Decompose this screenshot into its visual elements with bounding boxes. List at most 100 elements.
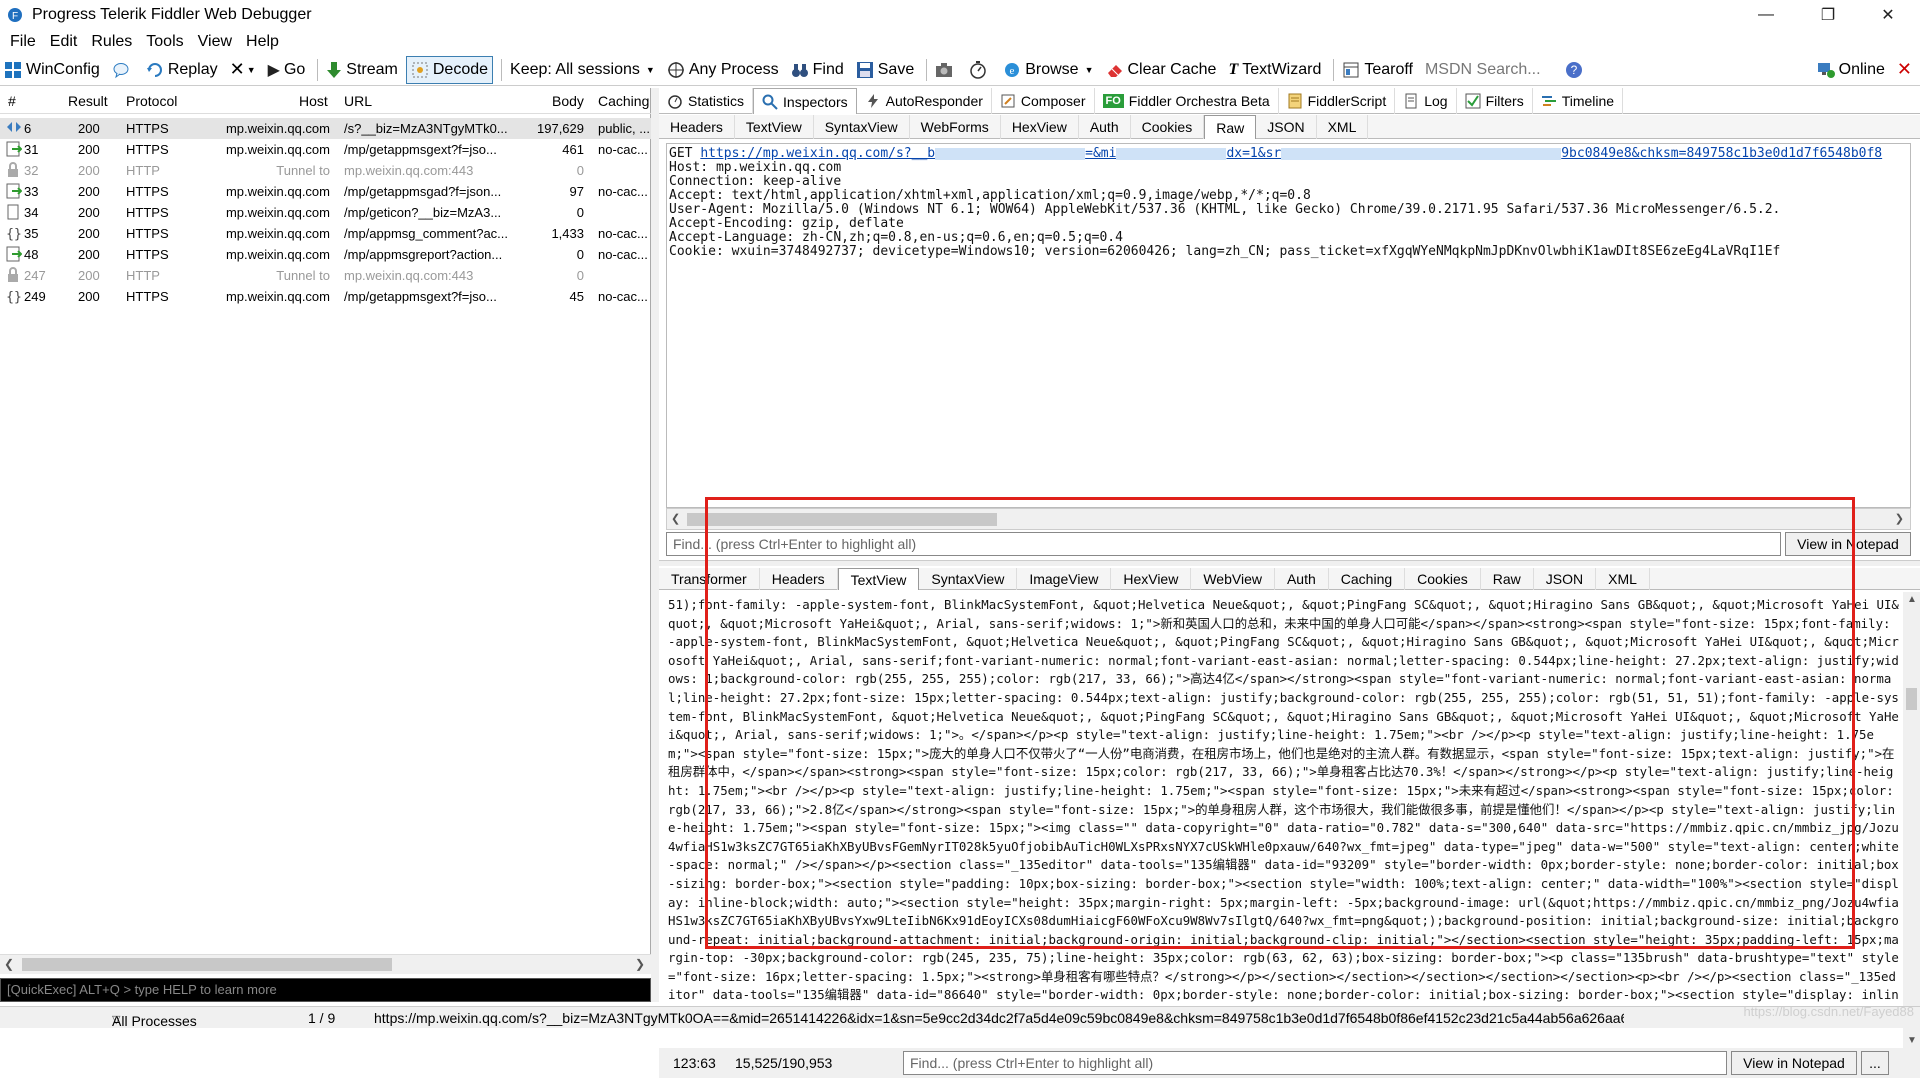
winconfig-button[interactable]: WinConfig <box>0 56 104 84</box>
request-url-part[interactable]: 9bc0849e8&chksm=849758c1b3e0d1d7f6548b0f… <box>1561 146 1882 161</box>
session-row[interactable]: {} 35 200 HTTPS mp.weixin.qq.com/mp/appmsg_c… <box>0 223 651 244</box>
tab-fiddler-orchestra[interactable]: FO Fiddler Orchestra Beta <box>1095 88 1279 114</box>
go-button[interactable]: ▶ Go <box>264 56 310 84</box>
keep-sessions-dropdown[interactable]: Keep: All sessions ▼ <box>506 56 659 84</box>
screenshot-button[interactable] <box>931 56 961 84</box>
close-window-button[interactable]: ✕ <box>1860 0 1916 30</box>
browse-button[interactable]: e Browse ▼ <box>999 56 1097 84</box>
clear-cache-button[interactable]: Clear Cache <box>1102 56 1221 84</box>
resp-tab-json[interactable]: JSON <box>1534 568 1597 590</box>
column-header-result[interactable]: Result <box>68 93 108 109</box>
resp-tab-xml[interactable]: XML <box>1596 568 1650 590</box>
req-tab-headers[interactable]: Headers <box>659 115 735 139</box>
scroll-up-icon[interactable]: ▲ <box>1907 594 1917 605</box>
resp-tab-hexview[interactable]: HexView <box>1111 568 1192 590</box>
column-header-url[interactable]: URL <box>344 93 372 109</box>
req-tab-syntaxview[interactable]: SyntaxView <box>814 115 910 139</box>
session-row[interactable]: {} 249 200 HTTPS mp.weixin.qq.com/mp/getappm… <box>0 286 651 307</box>
session-row[interactable]: 33 200 HTTPS mp.weixin.qq.com/mp/getappmsga… <box>0 181 651 202</box>
stream-button[interactable]: Stream <box>322 56 402 84</box>
sessions-horizontal-scrollbar[interactable]: ❮ ❯ <box>0 954 651 974</box>
request-horizontal-scrollbar[interactable]: ❮ ❯ <box>666 508 1911 530</box>
session-row[interactable]: 48 200 HTTPS mp.weixin.qq.com/mp/appmsgrepo… <box>0 244 651 265</box>
timer-button[interactable] <box>965 56 995 84</box>
resp-tab-imageview[interactable]: ImageView <box>1017 568 1112 590</box>
menu-view[interactable]: View <box>198 33 232 51</box>
menu-tools[interactable]: Tools <box>146 33 183 51</box>
close-toolbar-button[interactable]: ✕ <box>1893 56 1916 84</box>
menu-help[interactable]: Help <box>246 33 279 51</box>
tab-timeline[interactable]: Timeline <box>1533 88 1624 114</box>
decode-button[interactable]: Decode <box>405 55 494 84</box>
response-view-in-notepad-button[interactable]: View in Notepad <box>1731 1051 1857 1075</box>
textwizard-button[interactable]: T TextWizard <box>1224 56 1325 84</box>
minimize-button[interactable]: — <box>1738 0 1794 30</box>
column-header-id[interactable]: # <box>8 93 16 109</box>
req-tab-json[interactable]: JSON <box>1256 115 1317 139</box>
req-tab-webforms[interactable]: WebForms <box>910 115 1001 139</box>
column-header-caching[interactable]: Caching <box>598 93 649 109</box>
msdn-search-input[interactable]: MSDN Search... <box>1421 56 1557 84</box>
save-button[interactable]: Save <box>852 56 918 84</box>
scroll-left-icon[interactable]: ❮ <box>4 957 14 971</box>
remove-button[interactable]: ✕ ▼ <box>226 56 260 84</box>
resp-tab-auth[interactable]: Auth <box>1275 568 1329 590</box>
response-find-input[interactable]: Find... (press Ctrl+Enter to highlight a… <box>903 1051 1727 1075</box>
resp-tab-caching[interactable]: Caching <box>1329 568 1406 590</box>
request-raw-text[interactable]: GET https://mp.weixin.qq.com/s?__b =&mi dx… <box>666 143 1911 508</box>
response-vertical-scrollbar[interactable]: ▲ ▼ <box>1903 592 1920 1048</box>
tab-composer[interactable]: Composer <box>992 88 1095 114</box>
scrollbar-thumb[interactable] <box>1906 688 1917 710</box>
resp-tab-headers[interactable]: Headers <box>760 568 838 590</box>
response-text-view[interactable]: 51);font-family: -apple-system-font, Bli… <box>666 592 1902 1036</box>
resp-tab-transformer[interactable]: Transformer <box>659 568 760 590</box>
session-row[interactable]: 32 200 HTTP Tunnel to mp.weixin.qq.com:443 0 <box>0 160 651 181</box>
session-row[interactable]: 31 200 HTTPS mp.weixin.qq.com/mp/getappmsge… <box>0 139 651 160</box>
resp-tab-syntaxview[interactable]: SyntaxView <box>919 568 1018 590</box>
comment-button[interactable] <box>108 56 138 84</box>
session-row[interactable]: 6 200 HTTPS mp.weixin.qq.com/s?__biz=MzA3NT… <box>0 118 651 139</box>
req-tab-hexview[interactable]: HexView <box>1001 115 1079 139</box>
find-button[interactable]: Find <box>787 56 848 84</box>
req-tab-textview[interactable]: TextView <box>735 115 814 139</box>
scroll-down-icon[interactable]: ▼ <box>1907 1035 1917 1046</box>
request-view-in-notepad-button[interactable]: View in Notepad <box>1785 532 1911 556</box>
tab-filters[interactable]: Filters <box>1457 88 1533 114</box>
resp-tab-textview[interactable]: TextView <box>837 568 920 590</box>
quickexec-input[interactable]: [QuickExec] ALT+Q > type HELP to learn m… <box>0 978 651 1002</box>
help-button[interactable]: ? <box>1561 56 1591 84</box>
menu-edit[interactable]: Edit <box>50 33 78 51</box>
scrollbar-thumb[interactable] <box>687 513 997 526</box>
resp-tab-cookies[interactable]: Cookies <box>1405 568 1481 590</box>
resp-tab-webview[interactable]: WebView <box>1191 568 1275 590</box>
more-options-button[interactable]: ... <box>1861 1051 1889 1075</box>
menu-rules[interactable]: Rules <box>91 33 132 51</box>
scrollbar-thumb[interactable] <box>22 958 392 971</box>
session-row[interactable]: 34 200 HTTPS mp.weixin.qq.com/mp/geticon?__… <box>0 202 651 223</box>
tab-autoresponder[interactable]: AutoResponder <box>857 88 992 114</box>
scroll-right-icon[interactable]: ❯ <box>635 957 645 971</box>
resp-tab-raw[interactable]: Raw <box>1481 568 1534 590</box>
replay-button[interactable]: Replay <box>142 56 222 84</box>
column-header-body[interactable]: Body <box>552 93 584 109</box>
tearoff-button[interactable]: Tearoff <box>1338 56 1417 84</box>
tab-inspectors[interactable]: Inspectors <box>753 88 857 114</box>
tab-log[interactable]: Log <box>1395 88 1457 114</box>
column-header-protocol[interactable]: Protocol <box>126 93 177 109</box>
session-row[interactable]: 247 200 HTTP Tunnel to mp.weixin.qq.com:443 0 <box>0 265 651 286</box>
req-tab-cookies[interactable]: Cookies <box>1131 115 1205 139</box>
req-tab-raw[interactable]: Raw <box>1204 115 1257 139</box>
online-indicator[interactable]: Online <box>1813 56 1889 84</box>
request-find-input[interactable]: Find... (press Ctrl+Enter to highlight a… <box>666 532 1781 556</box>
inspector-splitter[interactable] <box>659 560 1920 566</box>
request-url-part[interactable]: https://mp.weixin.qq.com/s?__b <box>700 146 935 161</box>
tab-fiddlerscript[interactable]: FiddlerScript <box>1279 88 1396 114</box>
req-tab-xml[interactable]: XML <box>1317 115 1369 139</box>
req-tab-auth[interactable]: Auth <box>1079 115 1131 139</box>
menu-file[interactable]: File <box>10 33 36 51</box>
scroll-left-icon[interactable]: ❮ <box>671 512 680 525</box>
scroll-right-icon[interactable]: ❯ <box>1895 512 1904 525</box>
request-url-part[interactable]: dx=1&sr <box>1226 146 1281 161</box>
column-header-host[interactable]: Host <box>299 93 328 109</box>
request-url-part[interactable]: =&mi <box>1085 146 1116 161</box>
